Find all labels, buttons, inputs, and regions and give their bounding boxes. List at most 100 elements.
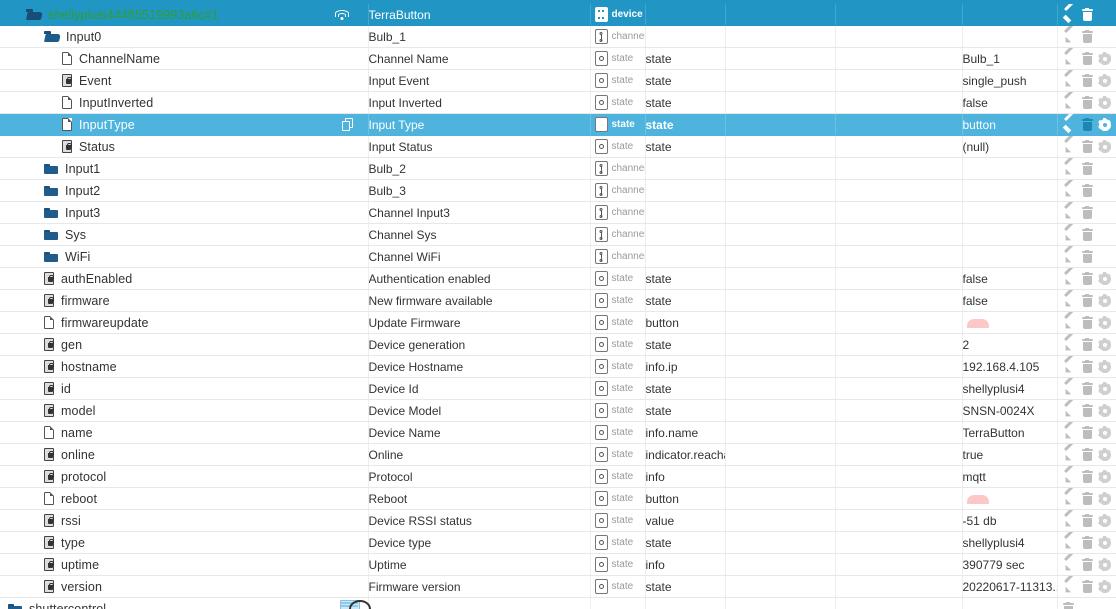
settings-gear-icon[interactable] <box>1098 294 1111 307</box>
value-cell[interactable]: true <box>962 443 1058 466</box>
edit-icon[interactable] <box>1062 223 1076 244</box>
delete-icon[interactable] <box>1081 403 1093 417</box>
settings-gear-icon[interactable] <box>1098 338 1111 351</box>
room-cell[interactable] <box>725 267 836 290</box>
name-cell[interactable]: reboot <box>0 487 369 510</box>
function-cell[interactable] <box>835 355 963 378</box>
delete-icon[interactable] <box>1081 139 1093 153</box>
delete-icon[interactable] <box>1081 95 1093 109</box>
table-row[interactable]: uptime Uptime state info 390779 sec <box>0 553 1116 576</box>
value-cell[interactable]: single_push <box>962 69 1058 92</box>
delete-icon[interactable] <box>1081 381 1093 395</box>
actions-cell[interactable] <box>1057 377 1116 400</box>
room-cell[interactable] <box>725 69 836 92</box>
edit-icon[interactable] <box>1062 289 1076 310</box>
edit-icon[interactable] <box>1062 179 1076 200</box>
value-cell[interactable] <box>962 4 1058 26</box>
edit-icon[interactable] <box>1062 4 1076 24</box>
settings-gear-icon[interactable] <box>1098 536 1111 549</box>
name-cell[interactable]: InputInverted <box>0 91 369 114</box>
table-row[interactable]: id Device Id state state shellyplusi4 <box>0 377 1116 400</box>
function-cell[interactable] <box>835 377 963 400</box>
action-button[interactable] <box>966 318 989 328</box>
table-row[interactable]: firmwareupdate Update Firmware state button <box>0 311 1116 334</box>
name-cell[interactable]: model <box>0 399 369 422</box>
function-cell[interactable] <box>835 465 963 488</box>
copy-icon[interactable] <box>341 118 354 131</box>
room-cell[interactable] <box>725 465 836 488</box>
table-row[interactable]: shuttercontrol <box>0 597 1116 609</box>
delete-icon[interactable] <box>1081 337 1093 351</box>
value-cell[interactable] <box>962 179 1058 202</box>
settings-gear-icon[interactable] <box>1098 448 1111 461</box>
delete-icon[interactable] <box>1081 205 1093 219</box>
table-row[interactable]: firmware New firmware available state state… <box>0 289 1116 312</box>
name-cell[interactable]: authEnabled <box>0 267 369 290</box>
room-cell[interactable] <box>725 377 836 400</box>
room-cell[interactable] <box>725 25 836 48</box>
actions-cell[interactable] <box>1057 25 1116 48</box>
table-row[interactable]: Input3 Channel Input3 channel <box>0 201 1116 224</box>
actions-cell[interactable] <box>1057 531 1116 554</box>
settings-gear-icon[interactable] <box>1098 96 1111 109</box>
edit-icon[interactable] <box>1062 245 1076 266</box>
delete-icon[interactable] <box>1081 557 1093 571</box>
table-row[interactable]: Status Input Status state state (null) <box>0 135 1116 158</box>
room-cell[interactable] <box>725 113 836 136</box>
actions-cell[interactable] <box>1057 201 1116 224</box>
delete-icon[interactable] <box>1081 161 1093 175</box>
delete-icon[interactable] <box>1081 7 1093 21</box>
delete-icon[interactable] <box>1081 447 1093 461</box>
room-cell[interactable] <box>725 421 836 444</box>
room-cell[interactable] <box>725 135 836 158</box>
settings-gear-icon[interactable] <box>1098 140 1111 153</box>
folder-icon[interactable] <box>44 251 58 262</box>
edit-icon[interactable] <box>1062 267 1076 288</box>
delete-icon[interactable] <box>1081 227 1093 241</box>
table-row[interactable]: shellyplusi4#485519993a6c#1 TerraButton de… <box>0 4 1116 26</box>
function-cell[interactable] <box>835 333 963 356</box>
value-cell[interactable]: -51 db <box>962 509 1058 532</box>
edit-icon[interactable] <box>1062 553 1076 574</box>
function-cell[interactable] <box>835 91 963 114</box>
actions-cell[interactable] <box>1057 223 1116 246</box>
room-cell[interactable] <box>725 355 836 378</box>
edit-icon[interactable] <box>1062 465 1076 486</box>
room-cell[interactable] <box>725 179 836 202</box>
value-cell[interactable]: 2 <box>962 333 1058 356</box>
table-row[interactable]: type Device type state state shellyplusi4 <box>0 531 1116 554</box>
value-cell[interactable]: 192.168.4.105 <box>962 355 1058 378</box>
edit-icon[interactable] <box>1062 47 1076 68</box>
table-row[interactable]: WiFi Channel WiFi channel <box>0 245 1116 268</box>
table-row[interactable]: online Online state indicator.reachable true <box>0 443 1116 466</box>
value-cell[interactable] <box>962 201 1058 224</box>
edit-icon[interactable] <box>1062 201 1076 222</box>
table-row[interactable]: gen Device generation state state 2 <box>0 333 1116 356</box>
value-cell[interactable]: Bulb_1 <box>962 47 1058 70</box>
room-cell[interactable] <box>725 289 836 312</box>
room-cell[interactable] <box>725 311 836 334</box>
table-row[interactable]: protocol Protocol state info mqtt <box>0 465 1116 488</box>
room-cell[interactable] <box>725 509 836 532</box>
edit-icon[interactable] <box>1062 113 1076 134</box>
edit-icon[interactable] <box>1062 443 1076 464</box>
value-cell[interactable]: button <box>962 113 1058 136</box>
name-cell[interactable]: firmwareupdate <box>0 311 369 334</box>
delete-icon[interactable] <box>1081 73 1093 87</box>
function-cell[interactable] <box>835 289 963 312</box>
room-cell[interactable] <box>725 91 836 114</box>
settings-gear-icon[interactable] <box>1098 74 1111 87</box>
actions-cell[interactable] <box>1057 267 1116 290</box>
name-cell[interactable]: gen <box>0 333 369 356</box>
value-cell[interactable] <box>962 311 1058 334</box>
function-cell[interactable] <box>835 4 963 26</box>
table-row[interactable]: rssi Device RSSI status state value -51 db <box>0 509 1116 532</box>
actions-cell[interactable] <box>1057 4 1116 26</box>
name-cell[interactable]: InputType <box>0 113 369 136</box>
function-cell[interactable] <box>835 245 963 268</box>
room-cell[interactable] <box>725 597 836 609</box>
name-cell[interactable]: protocol <box>0 465 369 488</box>
delete-icon[interactable] <box>1081 469 1093 483</box>
delete-icon[interactable] <box>1081 535 1093 549</box>
delete-icon[interactable] <box>1081 425 1093 439</box>
